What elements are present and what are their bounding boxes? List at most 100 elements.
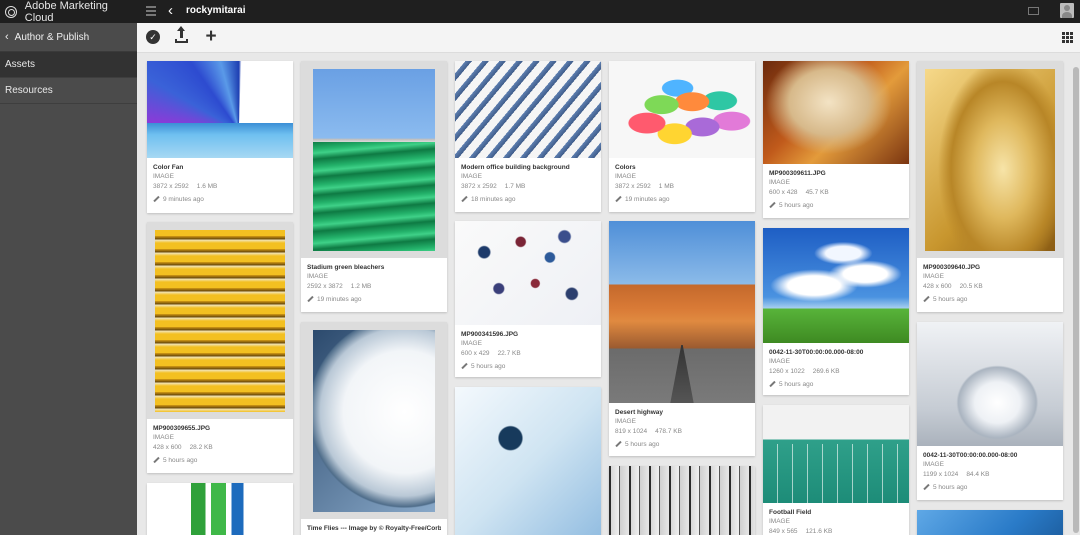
sidebar-item-label: Resources: [5, 85, 53, 96]
asset-card[interactable]: MP900341596.JPG IMAGE 600 x 429 22.7 KB 5…: [455, 221, 601, 377]
asset-card[interactable]: Stadium green bleachers IMAGE 2592 x 387…: [301, 61, 447, 312]
notifications-icon[interactable]: [1028, 7, 1039, 15]
asset-size: 478.7 KB: [655, 427, 682, 435]
asset-modified: 5 hours ago: [779, 201, 814, 209]
asset-type: IMAGE: [461, 340, 482, 348]
scrollbar[interactable]: [1072, 53, 1080, 535]
asset-card[interactable]: Modern office building background IMAGE …: [455, 61, 601, 212]
asset-dimensions: 600 x 429: [461, 349, 490, 357]
asset-type: IMAGE: [153, 434, 174, 442]
sidebar: ‹ Author & Publish Assets Resources: [0, 23, 137, 535]
asset-card[interactable]: [455, 387, 601, 535]
asset-card[interactable]: Football Field IMAGE 849 x 565 121.6 KB: [763, 405, 909, 535]
asset-card[interactable]: MP900309655.JPG IMAGE 428 x 600 28.2 KB 5…: [147, 222, 293, 473]
asset-thumbnail: [455, 221, 601, 325]
asset-title: Stadium green bleachers: [307, 264, 385, 271]
asset-dimensions: 3872 x 2592: [461, 182, 497, 190]
asset-type: IMAGE: [153, 173, 174, 181]
asset-modified: 5 hours ago: [471, 362, 506, 370]
asset-modified: 5 hours ago: [625, 440, 660, 448]
asset-type: IMAGE: [769, 179, 790, 187]
asset-size: 45.7 KB: [805, 188, 829, 196]
asset-card[interactable]: Colors IMAGE 3872 x 2592 1 MB 19 minutes …: [609, 61, 755, 212]
pencil-icon: [153, 195, 160, 203]
asset-thumbnail: [609, 221, 755, 403]
asset-card[interactable]: Color Fan IMAGE 3872 x 2592 1.6 MB 9 minu…: [147, 61, 293, 213]
select-check-icon[interactable]: ✓: [146, 30, 160, 44]
asset-title: 0042-11-30T00:00:00.000-08:00: [923, 452, 1018, 459]
back-chevron-icon[interactable]: ‹: [168, 2, 173, 20]
asset-card[interactable]: [609, 466, 755, 535]
asset-dimensions: 2592 x 3872: [307, 282, 343, 290]
asset-title: MP900341596.JPG: [461, 331, 519, 338]
asset-size: 1.2 MB: [350, 282, 372, 290]
sidebar-item-resources[interactable]: Resources: [0, 78, 137, 104]
asset-card[interactable]: MP900309640.JPG IMAGE 428 x 600 20.5 KB 5…: [917, 61, 1063, 312]
asset-modified: 19 minutes ago: [625, 195, 670, 203]
asset-dimensions: 3872 x 2592: [615, 182, 651, 190]
brand[interactable]: Adobe Marketing Cloud: [0, 0, 137, 24]
hamburger-menu-icon[interactable]: [146, 6, 156, 16]
asset-card[interactable]: MP900309611.JPG IMAGE 600 x 428 45.7 KB 5…: [763, 61, 909, 218]
asset-type: IMAGE: [923, 273, 944, 281]
asset-thumbnail: [917, 322, 1063, 446]
asset-thumbnail: [763, 61, 909, 164]
asset-size: 84.4 KB: [966, 470, 990, 478]
pencil-icon: [615, 440, 622, 448]
asset-size: 28.2 KB: [189, 443, 213, 451]
asset-thumbnail: [147, 222, 293, 419]
asset-card[interactable]: [147, 483, 293, 535]
asset-dimensions: 1260 x 1022: [769, 367, 805, 375]
chevron-left-icon: ‹: [5, 31, 9, 43]
asset-size: 1.6 MB: [196, 182, 218, 190]
asset-type: IMAGE: [615, 418, 636, 426]
asset-size: 20.5 KB: [959, 282, 983, 290]
asset-card[interactable]: 0042-11-30T00:00:00.000-08:00 IMAGE 1199…: [917, 322, 1063, 500]
asset-grid: Color Fan IMAGE 3872 x 2592 1.6 MB 9 minu…: [137, 53, 1072, 535]
asset-type: IMAGE: [923, 461, 944, 469]
asset-size: 121.6 KB: [805, 527, 833, 535]
pencil-icon: [923, 295, 930, 303]
asset-size: 22.7 KB: [497, 349, 521, 357]
asset-modified: 5 hours ago: [779, 380, 814, 388]
asset-card[interactable]: Time Flies --- Image by © Royalty-Free/C…: [301, 322, 447, 535]
asset-size: 1.7 MB: [504, 182, 526, 190]
asset-title: MP900309640.JPG: [923, 264, 981, 271]
sidebar-item-assets[interactable]: Assets: [0, 52, 137, 78]
asset-card[interactable]: Desert highway IMAGE 819 x 1024 478.7 KB …: [609, 221, 755, 456]
scrollbar-thumb[interactable]: [1073, 67, 1079, 533]
pencil-icon: [615, 195, 622, 203]
asset-card[interactable]: [917, 510, 1063, 535]
asset-dimensions: 1199 x 1024: [923, 470, 959, 478]
pencil-icon: [923, 483, 930, 491]
asset-thumbnail: [763, 405, 909, 503]
adobe-logo-icon: [5, 5, 17, 18]
asset-thumbnail: [301, 322, 447, 519]
asset-thumbnail: [763, 228, 909, 343]
asset-type: IMAGE: [769, 358, 790, 366]
asset-size: 269.6 KB: [812, 367, 840, 375]
pencil-icon: [769, 380, 776, 388]
sidebar-item-label: Assets: [5, 59, 36, 70]
top-bar: Adobe Marketing Cloud ‹ rockymitarai: [0, 0, 1080, 24]
add-icon[interactable]: +: [204, 27, 218, 46]
pencil-icon: [769, 201, 776, 209]
asset-modified: 5 hours ago: [163, 456, 198, 464]
asset-modified: 19 minutes ago: [317, 295, 362, 303]
avatar[interactable]: [1060, 3, 1074, 18]
asset-size: 1 MB: [658, 182, 674, 190]
grid-view-icon[interactable]: [1062, 32, 1073, 43]
sidebar-back-author-publish[interactable]: ‹ Author & Publish: [0, 23, 137, 52]
asset-thumbnail: [147, 61, 293, 158]
pencil-icon: [153, 456, 160, 464]
upload-icon[interactable]: [175, 26, 189, 44]
asset-dimensions: 428 x 600: [923, 282, 952, 290]
asset-thumbnail: [147, 483, 293, 535]
asset-thumbnail: [917, 510, 1063, 535]
breadcrumb: rockymitarai: [186, 5, 246, 16]
asset-dimensions: 600 x 428: [769, 188, 798, 196]
asset-dimensions: 428 x 600: [153, 443, 182, 451]
asset-card[interactable]: 0042-11-30T00:00:00.000-08:00 IMAGE 1260…: [763, 228, 909, 395]
asset-title: Colors: [615, 164, 636, 171]
app-title: Adobe Marketing Cloud: [24, 0, 108, 24]
